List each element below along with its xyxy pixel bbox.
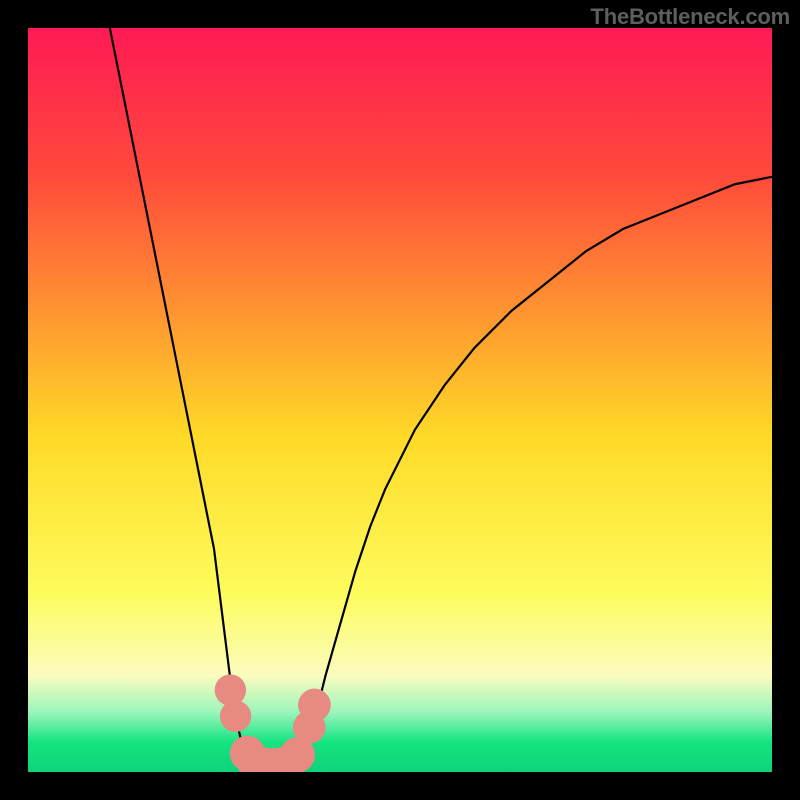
watermark-text: TheBottleneck.com xyxy=(590,4,790,30)
marker-dot xyxy=(220,700,251,731)
marker-dot xyxy=(298,689,331,722)
chart-svg xyxy=(28,28,772,772)
plot-area xyxy=(28,28,772,772)
marker-dot xyxy=(215,674,246,705)
gradient-background xyxy=(28,28,772,772)
outer-frame: TheBottleneck.com xyxy=(0,0,800,800)
